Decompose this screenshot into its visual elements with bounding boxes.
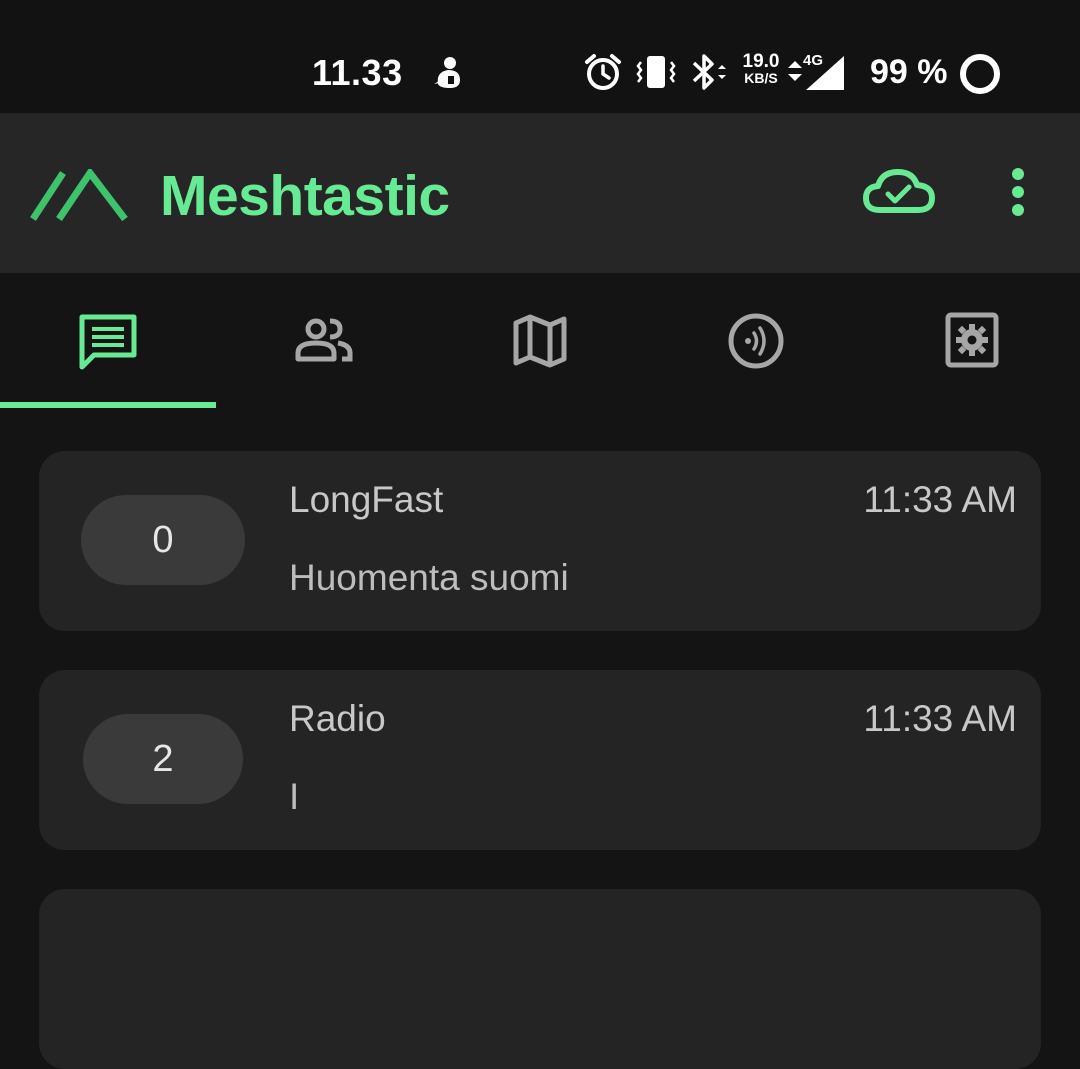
chat-icon [79,314,137,370]
channel-name: Radio [289,698,386,739]
network-speed: 19.0 KB/S [738,51,784,86]
channel-name: LongFast [289,479,444,520]
tab-nodes[interactable] [216,273,432,410]
network-speed-value: 19.0 [742,51,780,72]
map-icon [513,314,567,368]
alarm-icon [585,54,621,90]
app-bar: Meshtastic [0,113,1080,273]
vibrate-icon [636,56,676,88]
channel-card-partial[interactable] [39,889,1041,1069]
bluetooth-icon [692,54,726,90]
tab-messages[interactable] [0,273,216,410]
people-icon [295,318,353,362]
data-arrows-icon [788,61,802,81]
message-time: 11:33 AM [863,698,1017,739]
last-message: Huomenta suomi [289,557,569,598]
tab-settings[interactable] [864,273,1080,410]
emoji-icon [434,57,460,88]
tab-bar [0,273,1080,410]
tab-connection[interactable] [648,273,864,410]
cloud-check-icon [863,169,935,213]
tab-map[interactable] [432,273,648,410]
message-time: 11:33 AM [863,479,1017,520]
more-vert-icon [1012,168,1024,216]
battery-ring-icon [960,54,1000,94]
app-title: Meshtastic [160,164,450,228]
status-bar: 11.33 19.0 KB/S 4G 99 % [0,0,1080,113]
channel-index-badge: 2 [83,714,243,804]
settings-icon [945,312,999,368]
channel-card[interactable]: 2 Radio 11:33 AM I [39,670,1041,850]
status-time: 11.33 [312,52,403,93]
channel-index-badge: 0 [81,495,245,585]
overflow-menu-button[interactable] [1004,165,1032,221]
meshtastic-logo-icon [30,169,128,222]
battery-percent: 99 % [870,53,948,91]
network-speed-unit: KB/S [744,70,778,86]
signal-icon [806,56,844,90]
cloud-sync-button[interactable] [862,166,936,216]
radio-signal-icon [728,313,784,369]
selected-tab-indicator [0,402,216,408]
channel-card[interactable]: 0 LongFast 11:33 AM Huomenta suomi [39,451,1041,631]
last-message: I [289,776,300,817]
